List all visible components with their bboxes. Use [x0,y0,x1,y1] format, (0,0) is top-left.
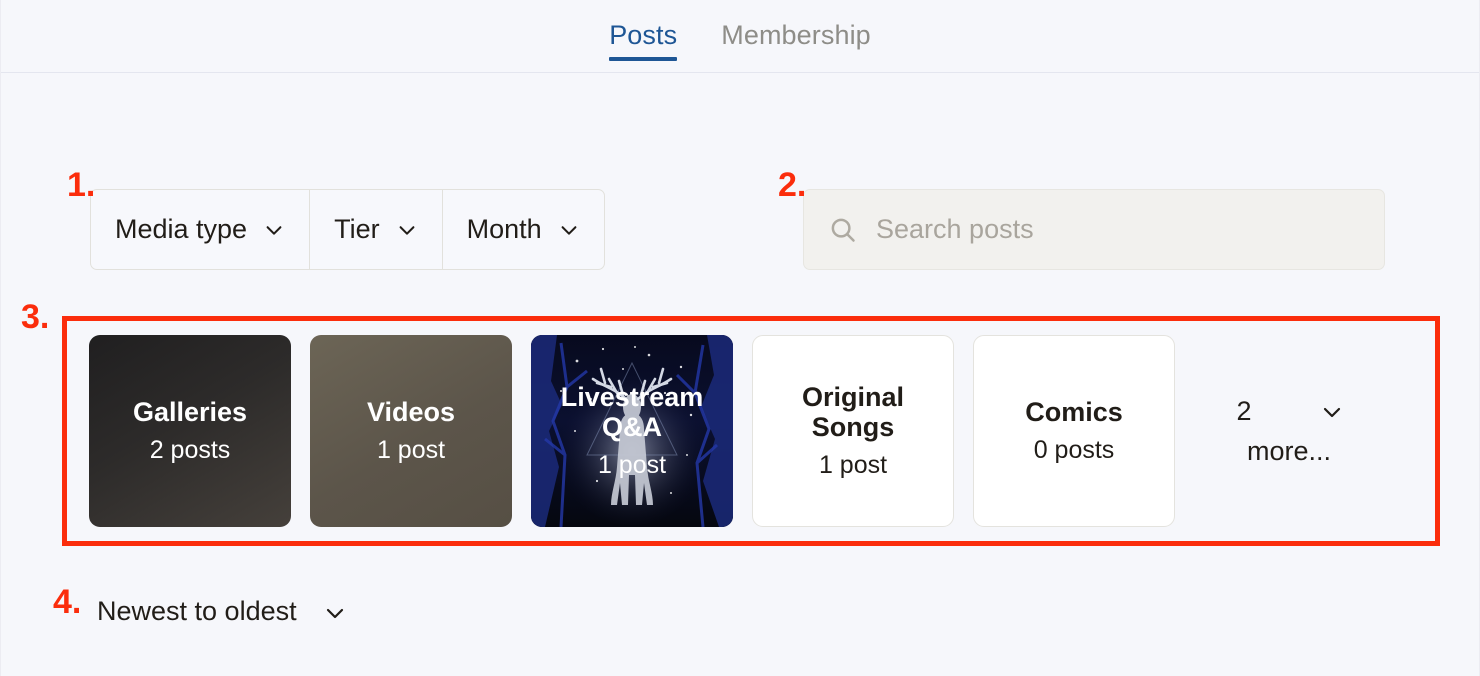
search-input[interactable] [876,214,1356,245]
collection-count: 1 post [818,451,888,480]
chevron-down-icon [263,219,285,241]
annotation-marker-4: 4. [53,583,82,621]
show-more-count: 2 [1236,395,1252,426]
annotation-marker-2: 2. [778,166,807,204]
collection-title: Livestream Q&A [560,381,704,443]
collection-title: Videos [366,397,456,427]
sort-order-dropdown[interactable]: Newest to oldest [97,596,345,627]
show-more-row: 2 [1236,395,1341,427]
filter-month[interactable]: Month [443,190,604,269]
filter-media-type-label: Media type [115,214,248,244]
collection-count: 0 posts [1033,436,1115,465]
collection-card-original-songs[interactable]: Original Songs 1 post [752,335,954,527]
tab-posts[interactable]: Posts [587,0,699,61]
collection-title: Galleries [132,397,248,427]
annotation-marker-3: 3. [21,298,50,336]
show-more-label: more... [1246,436,1332,466]
tab-posts-label: Posts [609,20,678,50]
filter-month-label: Month [466,214,542,244]
filter-group: Media type Tier Month [90,189,605,270]
collection-card-livestream-qa[interactable]: Livestream Q&A 1 post [531,335,733,527]
filter-tier-label: Tier [334,214,380,244]
collection-title: Comics [1025,397,1123,427]
search-icon [828,215,858,245]
tab-bar: Posts Membership [1,0,1479,73]
collection-card-videos[interactable]: Videos 1 post [310,335,512,527]
tab-active-underline [609,57,678,61]
collections-list: Galleries 2 posts Videos 1 post Livestre… [67,321,1435,541]
filter-tier[interactable]: Tier [310,190,443,269]
search-box[interactable] [803,189,1385,270]
tab-membership[interactable]: Membership [699,0,893,49]
filter-media-type[interactable]: Media type [91,190,311,269]
annotation-marker-1: 1. [67,166,96,204]
sort-order-label: Newest to oldest [97,596,297,626]
chevron-down-icon [1320,400,1342,422]
show-more-collections-button[interactable]: 2 more... [1194,335,1384,527]
chevron-down-icon [396,219,418,241]
collections-strip: Galleries 2 posts Videos 1 post Livestre… [62,316,1440,546]
chevron-down-icon [323,601,345,623]
collection-count: 2 posts [149,436,231,465]
collection-count: 1 post [376,436,446,465]
collection-card-galleries[interactable]: Galleries 2 posts [89,335,291,527]
tab-membership-label: Membership [721,20,871,50]
collection-card-comics[interactable]: Comics 0 posts [973,335,1175,527]
posts-page: Posts Membership Media type Tier Month S… [0,0,1480,676]
collection-title: Original Songs [801,381,904,443]
chevron-down-icon [558,219,580,241]
collection-count: 1 post [597,451,667,480]
